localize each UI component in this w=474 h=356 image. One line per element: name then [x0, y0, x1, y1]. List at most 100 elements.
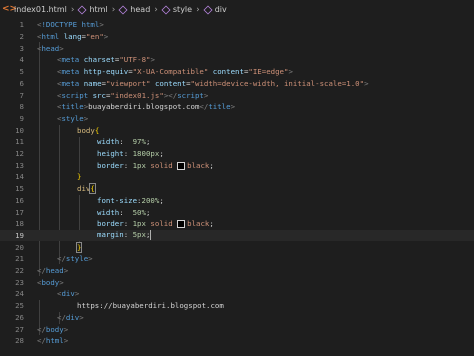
title-text: buayaberdiri.blogspot.com — [88, 102, 200, 112]
code-content: <title>buayaberdiri.blogspot.com</title> — [57, 102, 236, 112]
tag-name: html — [45, 336, 64, 346]
code-content: height: 1800px; — [97, 149, 164, 159]
attr-value: "IE=edge" — [248, 67, 289, 77]
css-value: 200% — [141, 195, 160, 205]
text-cursor — [150, 230, 152, 241]
breadcrumb-item-html[interactable]: html — [77, 4, 108, 15]
code-content: <div> — [57, 289, 80, 299]
code-line[interactable]: 22 </head> — [0, 265, 474, 277]
line-number: 17 — [15, 207, 24, 217]
attr-name: lang — [63, 32, 82, 42]
code-line[interactable]: 8 <title>buayaberdiri.blogspot.com</titl… — [0, 101, 474, 113]
code-line[interactable]: 2 <html lang="en"> — [0, 31, 474, 43]
line-number: 23 — [15, 277, 24, 287]
attr-name: http-equiv — [83, 67, 129, 77]
tag-name: script — [61, 90, 89, 100]
css-value: 97% — [132, 137, 146, 147]
css-value: solid — [150, 160, 173, 170]
code-line[interactable]: 27 </body> — [0, 323, 474, 335]
code-line-active[interactable]: 19 margin: 5px; — [0, 229, 474, 242]
css-value: 5px — [132, 230, 146, 240]
line-number: 27 — [15, 324, 24, 334]
code-line[interactable]: 23 <body> — [0, 276, 474, 288]
line-number: 8 — [19, 102, 24, 112]
code-content: } — [75, 241, 83, 253]
code-line[interactable]: 25 https://buayaberdiri.blogspot.com — [0, 300, 474, 312]
code-line[interactable]: 12 height: 1800px; — [0, 148, 474, 160]
code-content: font-size:200%; — [97, 195, 164, 205]
line-number: 3 — [19, 43, 24, 53]
code-content: https://buayaberdiri.blogspot.com — [37, 301, 224, 310]
line-number: 25 — [15, 301, 24, 311]
attr-name: content — [154, 78, 187, 88]
doctype: !DOCTYPE html — [41, 20, 100, 30]
chevron-right-icon: › — [70, 4, 75, 15]
code-line[interactable]: 28 </html> — [0, 335, 474, 347]
cube-icon — [161, 4, 171, 15]
code-line[interactable]: 1 <!DOCTYPE html> — [0, 19, 474, 31]
code-line[interactable]: 16 font-size:200%; — [0, 195, 474, 207]
line-number: 26 — [15, 312, 24, 322]
code-line[interactable]: 18 border: 1px solid black; — [0, 218, 474, 230]
code-line[interactable]: 13 border: 1px solid black; — [0, 159, 474, 171]
breadcrumb-item-label: html — [89, 5, 108, 14]
css-value: black — [187, 219, 210, 229]
chevron-right-icon: › — [154, 4, 158, 15]
tag-name: div — [61, 289, 75, 299]
attr-value: "UTF-8" — [119, 55, 151, 65]
code-content: </body> — [37, 324, 69, 334]
code-line[interactable]: 15 div{ — [0, 183, 474, 195]
code-content: <!DOCTYPE html> — [37, 20, 104, 30]
line-number: 1 — [19, 20, 24, 30]
code-line[interactable]: 4 <meta charset="UTF-8"> — [0, 54, 474, 66]
code-line[interactable]: 9 <style> — [0, 113, 474, 125]
attr-name: src — [92, 90, 106, 100]
code-line[interactable]: 17 width: 50%; — [0, 206, 474, 218]
tag-name: meta — [61, 55, 80, 65]
color-swatch-icon[interactable] — [177, 220, 186, 229]
breadcrumb-item-head[interactable]: head — [118, 4, 150, 15]
breadcrumb-item-style[interactable]: style — [161, 4, 193, 15]
css-value: black — [187, 160, 210, 170]
code-line[interactable]: 14 } — [0, 171, 474, 183]
breadcrumb: <> index01.html › html › head › style › … — [0, 0, 474, 19]
css-value: 50% — [132, 207, 146, 217]
code-line[interactable]: 21 </style> — [0, 253, 474, 265]
code-line[interactable]: 6 <meta name="viewport" content="width=d… — [0, 78, 474, 90]
code-content: <meta name="viewport" content="width=dev… — [57, 78, 369, 88]
breadcrumb-item-label: style — [172, 5, 193, 14]
breadcrumb-item-div[interactable]: div — [203, 4, 227, 15]
code-line[interactable]: 26 </div> — [0, 312, 474, 324]
color-swatch-icon[interactable] — [177, 161, 186, 170]
line-number: 14 — [15, 172, 24, 182]
cube-icon — [77, 4, 87, 15]
code-line[interactable]: 3 <head> — [0, 42, 474, 54]
line-number: 15 — [15, 184, 24, 194]
code-line[interactable]: 24 <div> — [0, 288, 474, 300]
line-number: 24 — [15, 289, 24, 299]
css-property: border — [97, 160, 124, 170]
attr-value: "X-UA-Compatible" — [132, 67, 209, 77]
css-selector: div — [77, 184, 91, 194]
code-content: border: 1px solid black; — [97, 160, 214, 170]
code-line[interactable]: 10 body{ — [0, 124, 474, 136]
line-number: 28 — [15, 336, 24, 346]
css-property: margin — [97, 230, 124, 240]
line-number: 5 — [19, 67, 24, 77]
tag-name: title — [61, 102, 84, 112]
code-line[interactable]: 20 } — [0, 241, 474, 253]
css-value: 1800px — [132, 149, 160, 159]
code-line[interactable]: 5 <meta http-equiv="X-UA-Compatible" con… — [0, 66, 474, 78]
attr-name: name — [83, 78, 102, 88]
line-number: 16 — [15, 195, 24, 205]
code-line[interactable]: 11 width: 97%; — [0, 136, 474, 148]
code-editor[interactable]: 1 <!DOCTYPE html> 2 <html lang="en"> 3 <… — [0, 19, 474, 356]
attr-value: "width=device-width, initial-scale=1.0" — [190, 78, 365, 88]
code-line[interactable]: 7 <script src="index01.js"></script> — [0, 89, 474, 101]
chevron-right-icon: › — [111, 4, 116, 15]
chevron-right-icon: › — [196, 4, 200, 15]
breadcrumb-file[interactable]: <> index01.html — [2, 5, 67, 15]
code-content: </head> — [37, 266, 69, 276]
tag-name: div — [65, 312, 80, 322]
line-number: 11 — [15, 137, 24, 147]
